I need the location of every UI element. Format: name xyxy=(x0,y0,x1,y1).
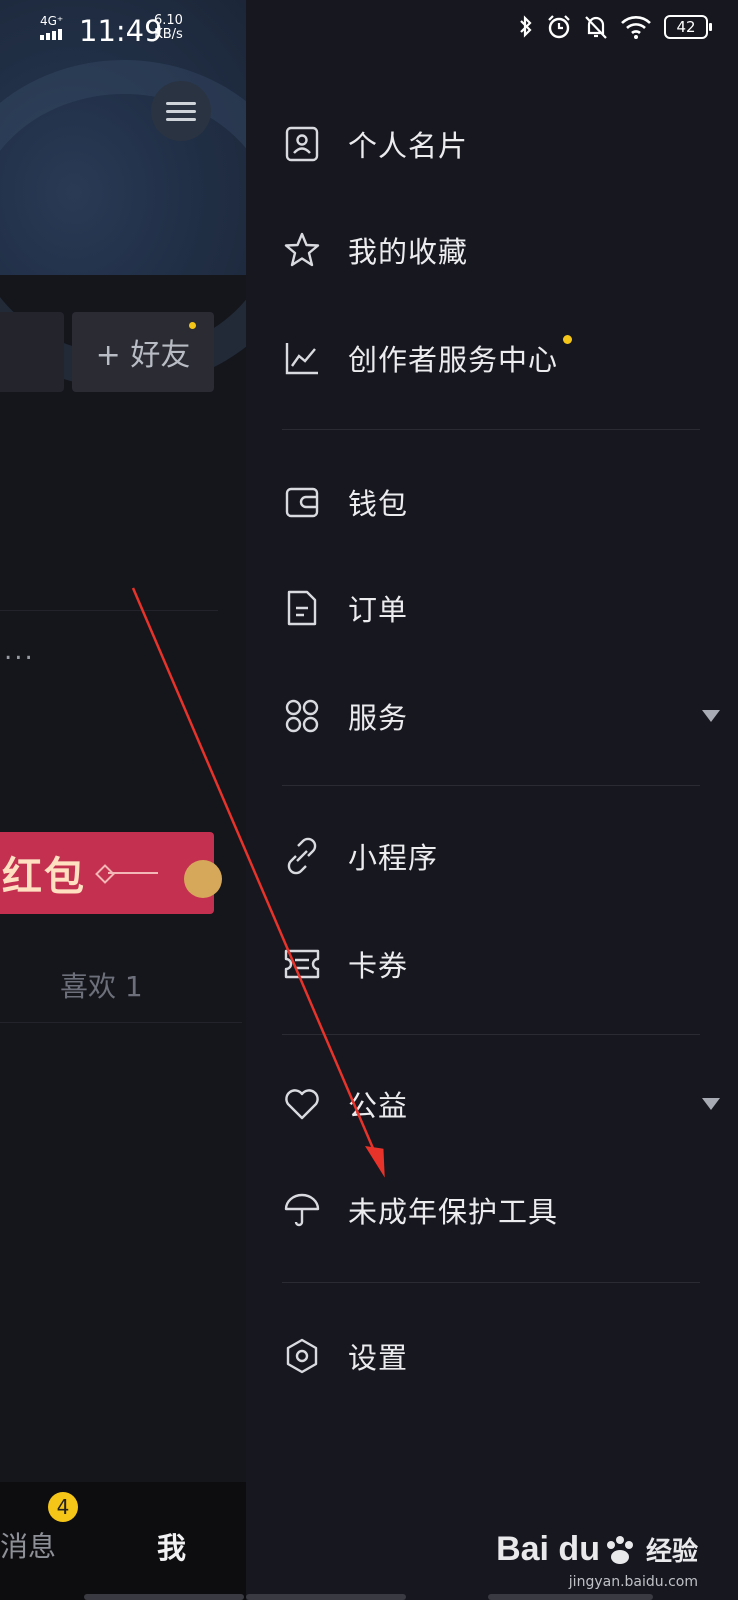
menu-item-charity[interactable]: 公益 xyxy=(282,1064,720,1144)
baidu-jingyan-watermark: Bai du 经验 jingyan.baidu.com xyxy=(496,1530,698,1590)
network-speed-unit: KB/s xyxy=(154,27,183,42)
nav-tab-me[interactable]: 我 xyxy=(157,1525,186,1567)
status-icons: 42 xyxy=(518,14,712,40)
divider xyxy=(282,1034,700,1035)
menu-item-label: 公益 xyxy=(348,1089,409,1123)
bio-ellipsis: ... xyxy=(4,636,35,666)
new-indicator-dot xyxy=(563,335,573,344)
clock: 11:49 xyxy=(79,14,163,48)
menu-item-label: 小程序 xyxy=(348,841,439,875)
divider xyxy=(282,1282,700,1283)
watermark-site: jingyan.baidu.com xyxy=(568,1574,698,1590)
divider xyxy=(282,785,700,786)
menu-item-label: 订单 xyxy=(348,593,409,627)
wallet-icon xyxy=(282,482,322,522)
add-friend-button[interactable]: + 好友 xyxy=(72,312,214,392)
edit-profile-button[interactable] xyxy=(0,312,64,392)
menu-item-label: 个人名片 xyxy=(348,129,469,163)
hamburger-menu-icon[interactable] xyxy=(151,81,211,141)
profile-page-behind: + 好友 ... 红包 喜欢 1 消息 4 我 xyxy=(0,0,246,1600)
signal-icon xyxy=(40,29,62,40)
watermark-suffix: 经验 xyxy=(645,1537,698,1567)
paw-icon xyxy=(606,1535,633,1564)
menu-item-coupons[interactable]: 卡券 xyxy=(282,924,702,1004)
menu-item-label: 创作者服务中心 xyxy=(348,335,573,379)
battery-icon: 42 xyxy=(664,15,712,39)
ticket-icon xyxy=(282,944,322,984)
star-icon xyxy=(282,230,322,270)
coin-icon xyxy=(184,860,222,898)
menu-item-minor-protection[interactable]: 未成年保护工具 xyxy=(282,1170,702,1250)
side-drawer-menu: 个人名片 我的收藏 创作者服务中心 钱包 订单 服务 小程序 卡券 公益 未成年… xyxy=(246,0,738,1600)
menu-item-label: 服务 xyxy=(348,701,409,735)
red-packet-text: 红包 xyxy=(2,854,86,900)
mute-bell-icon xyxy=(585,16,607,39)
tab-likes[interactable]: 喜欢 1 xyxy=(60,965,143,1005)
menu-item-favorites[interactable]: 我的收藏 xyxy=(282,210,702,290)
expand-caret-icon[interactable] xyxy=(702,710,720,722)
status-bar: 4G⁺ 11:49 6.10 KB/s 42 xyxy=(0,0,738,58)
menu-item-label: 设置 xyxy=(348,1341,409,1375)
divider xyxy=(282,429,700,430)
menu-item-label: 钱包 xyxy=(348,487,409,521)
banner-decoration xyxy=(108,872,158,874)
bluetooth-icon xyxy=(520,15,532,38)
nav-tab-messages[interactable]: 消息 xyxy=(0,1525,56,1565)
menu-item-creator-center[interactable]: 创作者服务中心 xyxy=(282,318,702,398)
heart-icon xyxy=(282,1084,322,1124)
divider xyxy=(0,1022,242,1023)
watermark-brand: Bai du xyxy=(496,1530,600,1568)
chart-line-icon xyxy=(282,338,322,378)
notification-dot xyxy=(189,322,196,329)
menu-item-label: 卡券 xyxy=(348,949,409,983)
network-type: 4G⁺ xyxy=(40,14,64,28)
menu-item-business-card[interactable]: 个人名片 xyxy=(282,104,702,184)
messages-badge: 4 xyxy=(48,1492,78,1522)
menu-item-mini-programs[interactable]: 小程序 xyxy=(282,816,702,896)
menu-item-label: 我的收藏 xyxy=(348,235,469,269)
menu-item-settings[interactable]: 设置 xyxy=(282,1316,702,1396)
wifi-icon xyxy=(621,16,651,39)
menu-item-text: 创作者服务中心 xyxy=(348,343,559,377)
alarm-icon xyxy=(548,15,570,39)
battery-level: 42 xyxy=(676,18,696,36)
red-packet-banner[interactable]: 红包 xyxy=(0,832,222,914)
network-speed: 6.10 KB/s xyxy=(154,14,183,42)
divider xyxy=(0,610,218,611)
mini-program-icon xyxy=(282,836,322,876)
menu-item-label: 未成年保护工具 xyxy=(348,1195,559,1229)
scroll-indicator xyxy=(488,1594,653,1600)
umbrella-icon xyxy=(282,1190,322,1230)
grid-icon xyxy=(282,696,322,736)
scroll-indicator xyxy=(84,1594,244,1600)
expand-caret-icon[interactable] xyxy=(702,1098,720,1110)
menu-item-orders[interactable]: 订单 xyxy=(282,568,702,648)
menu-item-wallet[interactable]: 钱包 xyxy=(282,462,702,542)
menu-item-services[interactable]: 服务 xyxy=(282,676,720,756)
document-icon xyxy=(282,588,322,628)
add-friend-label: + 好友 xyxy=(95,338,191,373)
id-card-icon xyxy=(282,124,322,164)
gear-icon xyxy=(282,1336,322,1376)
network-speed-value: 6.10 xyxy=(154,13,183,28)
scroll-indicator xyxy=(246,1594,406,1600)
